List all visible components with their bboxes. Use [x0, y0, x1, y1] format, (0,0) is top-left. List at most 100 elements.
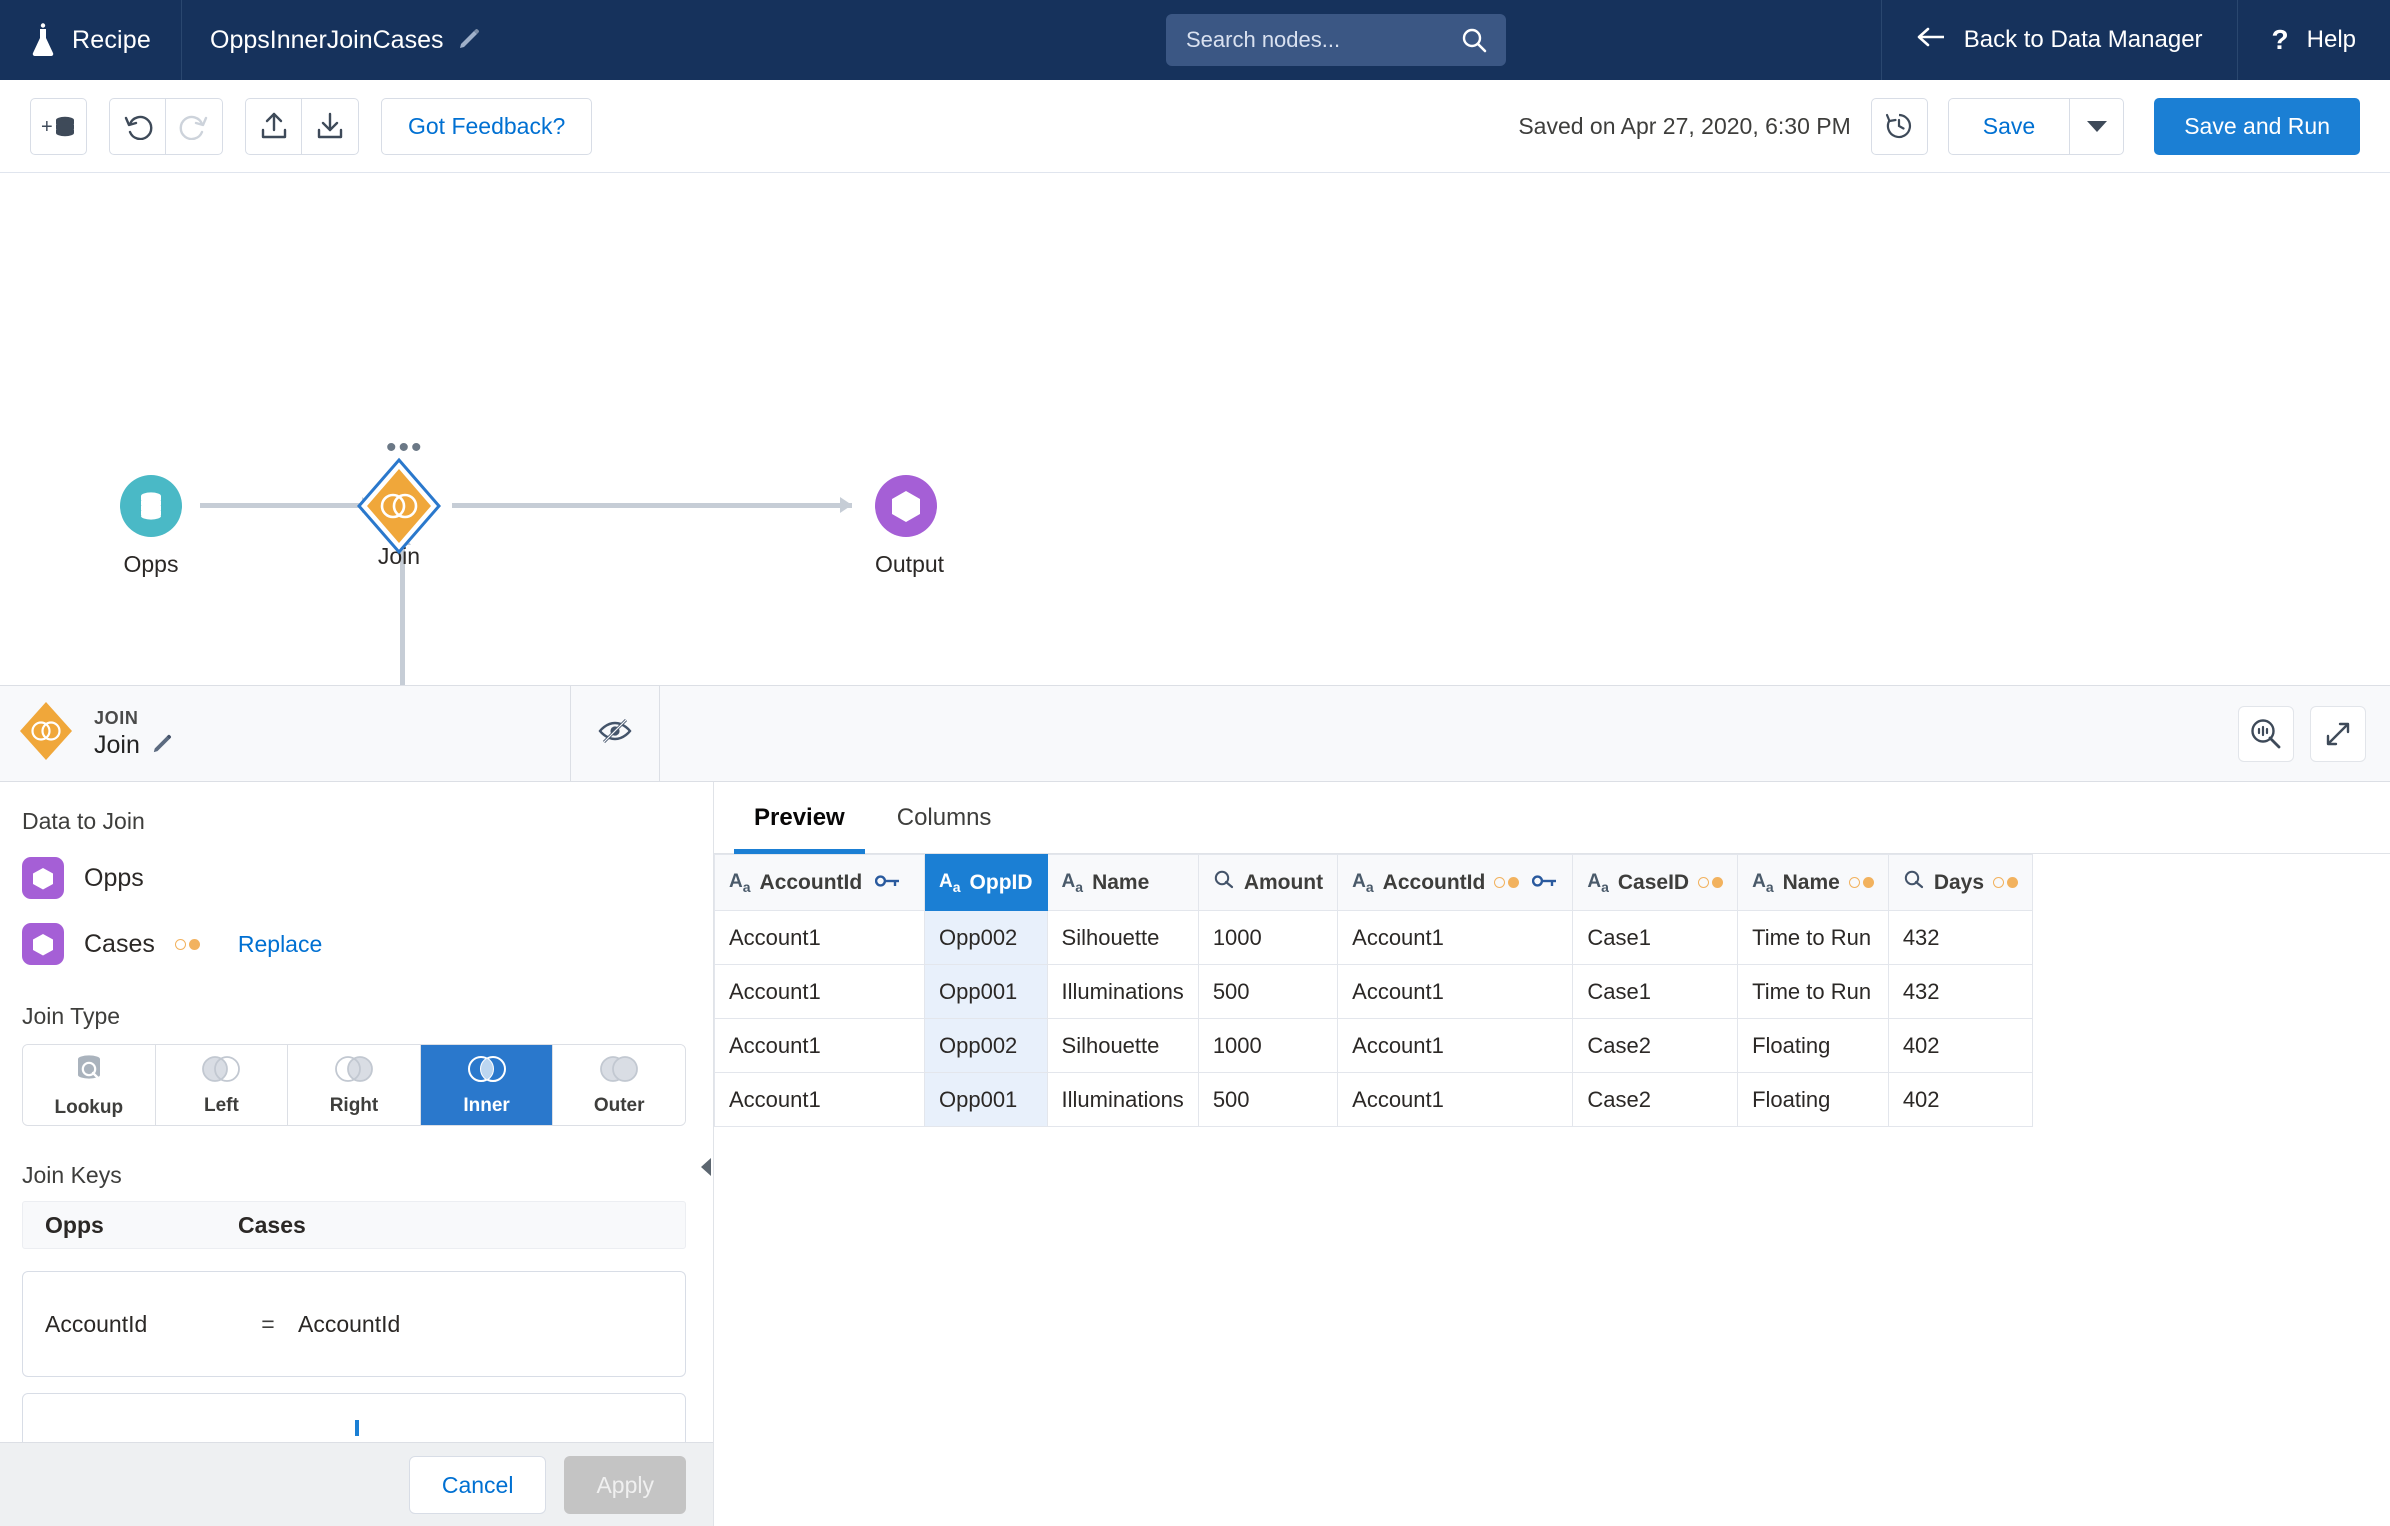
table-cell: 500 [1197, 964, 1339, 1019]
column-header-days-7[interactable]: Days [1887, 854, 2034, 911]
data-to-join-item-opps[interactable]: Opps [22, 851, 691, 905]
search-input[interactable] [1166, 14, 1506, 66]
undo-button[interactable] [109, 97, 166, 155]
text-cursor [355, 1420, 359, 1436]
save-and-run-button[interactable]: Save and Run [2154, 97, 2360, 155]
replace-dataset-link[interactable]: Replace [238, 931, 322, 958]
collapse-config-panel-handle[interactable] [698, 1152, 713, 1182]
help-button[interactable]: ? Help [2236, 0, 2390, 80]
join-key-left-field[interactable]: AccountId [23, 1311, 238, 1338]
panel-header-texts: JOIN Join [94, 708, 172, 760]
canvas-node-join[interactable]: ••• Join [357, 433, 441, 570]
table-cell: 1000 [1197, 1018, 1339, 1073]
recipe-name: OppsInnerJoinCases [210, 25, 444, 54]
toggle-preview-button[interactable] [570, 686, 660, 781]
tab-preview-label: Preview [754, 803, 845, 831]
table-cell: Silhouette [1046, 1018, 1199, 1073]
download-button[interactable] [302, 97, 359, 155]
save-button[interactable]: Save [1947, 97, 2071, 155]
join-type-label-text: Left [203, 1094, 239, 1116]
tab-preview[interactable]: Preview [728, 782, 871, 854]
canvas-node-opps[interactable]: Opps [120, 475, 182, 578]
got-feedback-button[interactable]: Got Feedback? [381, 97, 593, 155]
join-keys-header-right: Cases [238, 1211, 306, 1238]
table-row[interactable]: Account1 Opp001 Illuminations 500 Account1 Ca… [714, 1072, 2034, 1127]
preview-tabs: Preview Columns [714, 782, 2390, 854]
table-cell: Illuminations [1046, 1072, 1199, 1127]
saved-timestamp: Saved on Apr 27, 2020, 6:30 PM [1518, 112, 1851, 139]
dataset-hexagon-icon [22, 923, 64, 965]
join-config-scroll: Data to Join Opps Cases Replace Join Typ… [0, 782, 713, 1442]
join-key-row[interactable]: AccountId = AccountId [22, 1271, 686, 1377]
tab-columns-label: Columns [896, 803, 992, 831]
column-header-label: AccountId [759, 870, 863, 894]
table-row[interactable]: Account1 Opp001 Illuminations 500 Account1 Ca… [714, 964, 2034, 1019]
measure-type-icon [1213, 870, 1235, 896]
cancel-button[interactable]: Cancel [408, 1456, 547, 1514]
tab-columns[interactable]: Columns [871, 782, 1018, 853]
preview-header-row: Aa AccountId Aa OppID Aa Name Amount Aa AccountI… [714, 854, 2034, 911]
toolbar-right-actions: Saved on Apr 27, 2020, 6:30 PM Save Save… [1518, 80, 2360, 172]
table-cell: Account1 [1337, 1018, 1574, 1073]
column-header-caseid-5[interactable]: Aa CaseID [1572, 854, 1739, 911]
column-header-label: AccountId [1382, 870, 1486, 894]
dataset-cylinder-icon [120, 475, 182, 537]
expand-panel-button[interactable] [2310, 705, 2366, 762]
table-cell: 402 [1887, 1018, 2034, 1073]
column-header-name-2[interactable]: Aa Name [1046, 854, 1199, 911]
table-cell: Account1 [714, 910, 925, 965]
search-icon[interactable] [1460, 26, 1488, 59]
app-root: Recipe OppsInnerJoinCases Back to Data M… [0, 0, 2390, 1526]
inspect-data-button[interactable] [2238, 705, 2294, 762]
table-cell: Opp002 [924, 910, 1048, 965]
table-cell: Case2 [1572, 1072, 1739, 1127]
column-header-amount-3[interactable]: Amount [1197, 854, 1339, 911]
table-cell: Account1 [714, 1018, 925, 1073]
column-header-accountid-0[interactable]: Aa AccountId [714, 854, 925, 911]
recipe-title-area[interactable]: OppsInnerJoinCases [182, 0, 507, 80]
column-header-label: Name [1782, 870, 1840, 894]
panel-header-actions [2238, 686, 2366, 781]
right-source-badge-icon [174, 938, 200, 950]
edit-pencil-icon[interactable] [458, 27, 480, 54]
data-to-join-item-cases[interactable]: Cases Replace [22, 917, 691, 971]
join-type-label-text: Inner [463, 1094, 510, 1116]
back-to-data-manager-button[interactable]: Back to Data Manager [1880, 0, 2237, 80]
column-header-name-6[interactable]: Aa Name [1737, 854, 1889, 911]
search-area [1166, 14, 1506, 66]
table-cell: Time to Run [1737, 910, 1889, 965]
join-key-row-new[interactable] [22, 1393, 686, 1442]
edge-arrow-join-output [840, 497, 852, 513]
table-cell: Floating [1737, 1018, 1889, 1073]
version-history-button[interactable] [1870, 97, 1928, 155]
canvas-node-output[interactable]: Output [875, 475, 944, 578]
join-type-outer[interactable]: Outer [553, 1045, 685, 1125]
table-cell: Case1 [1572, 964, 1739, 1019]
recipe-canvas[interactable]: Opps ••• Join Output [0, 173, 2390, 830]
panel-node-name-row: Join [94, 731, 172, 760]
panel-header: JOIN Join [0, 686, 2390, 782]
join-type-inner[interactable]: Inner [420, 1045, 554, 1125]
panel-node-name: Join [94, 730, 140, 759]
upload-button[interactable] [245, 97, 302, 155]
right-source-badge-icon [1494, 877, 1520, 888]
table-row[interactable]: Account1 Opp002 Silhouette 1000 Account1 Case… [714, 1018, 2034, 1073]
preview-grid-body: Account1 Opp002 Silhouette 1000 Account1 Case… [714, 910, 2034, 1127]
venn-right-icon [332, 1054, 376, 1089]
import-export-group [245, 97, 359, 155]
edit-pencil-icon[interactable] [152, 733, 172, 758]
join-diamond [357, 457, 441, 555]
join-type-right[interactable]: Right [288, 1045, 421, 1125]
join-type-left[interactable]: Left [155, 1045, 289, 1125]
right-source-badge-icon [1848, 877, 1874, 888]
measure-type-icon [1903, 870, 1925, 896]
join-key-right-field[interactable]: AccountId [298, 1311, 400, 1338]
save-dropdown-caret-icon[interactable] [2070, 97, 2125, 155]
add-input-data-button[interactable]: + [30, 97, 87, 155]
column-header-accountid-4[interactable]: Aa AccountId [1337, 854, 1574, 911]
column-header-oppid-1[interactable]: Aa OppID [924, 854, 1048, 911]
table-cell: Account1 [1337, 910, 1574, 965]
table-row[interactable]: Account1 Opp002 Silhouette 1000 Account1 Case… [714, 910, 2034, 965]
flask-icon [30, 23, 56, 57]
join-type-lookup[interactable]: Lookup [23, 1045, 156, 1125]
